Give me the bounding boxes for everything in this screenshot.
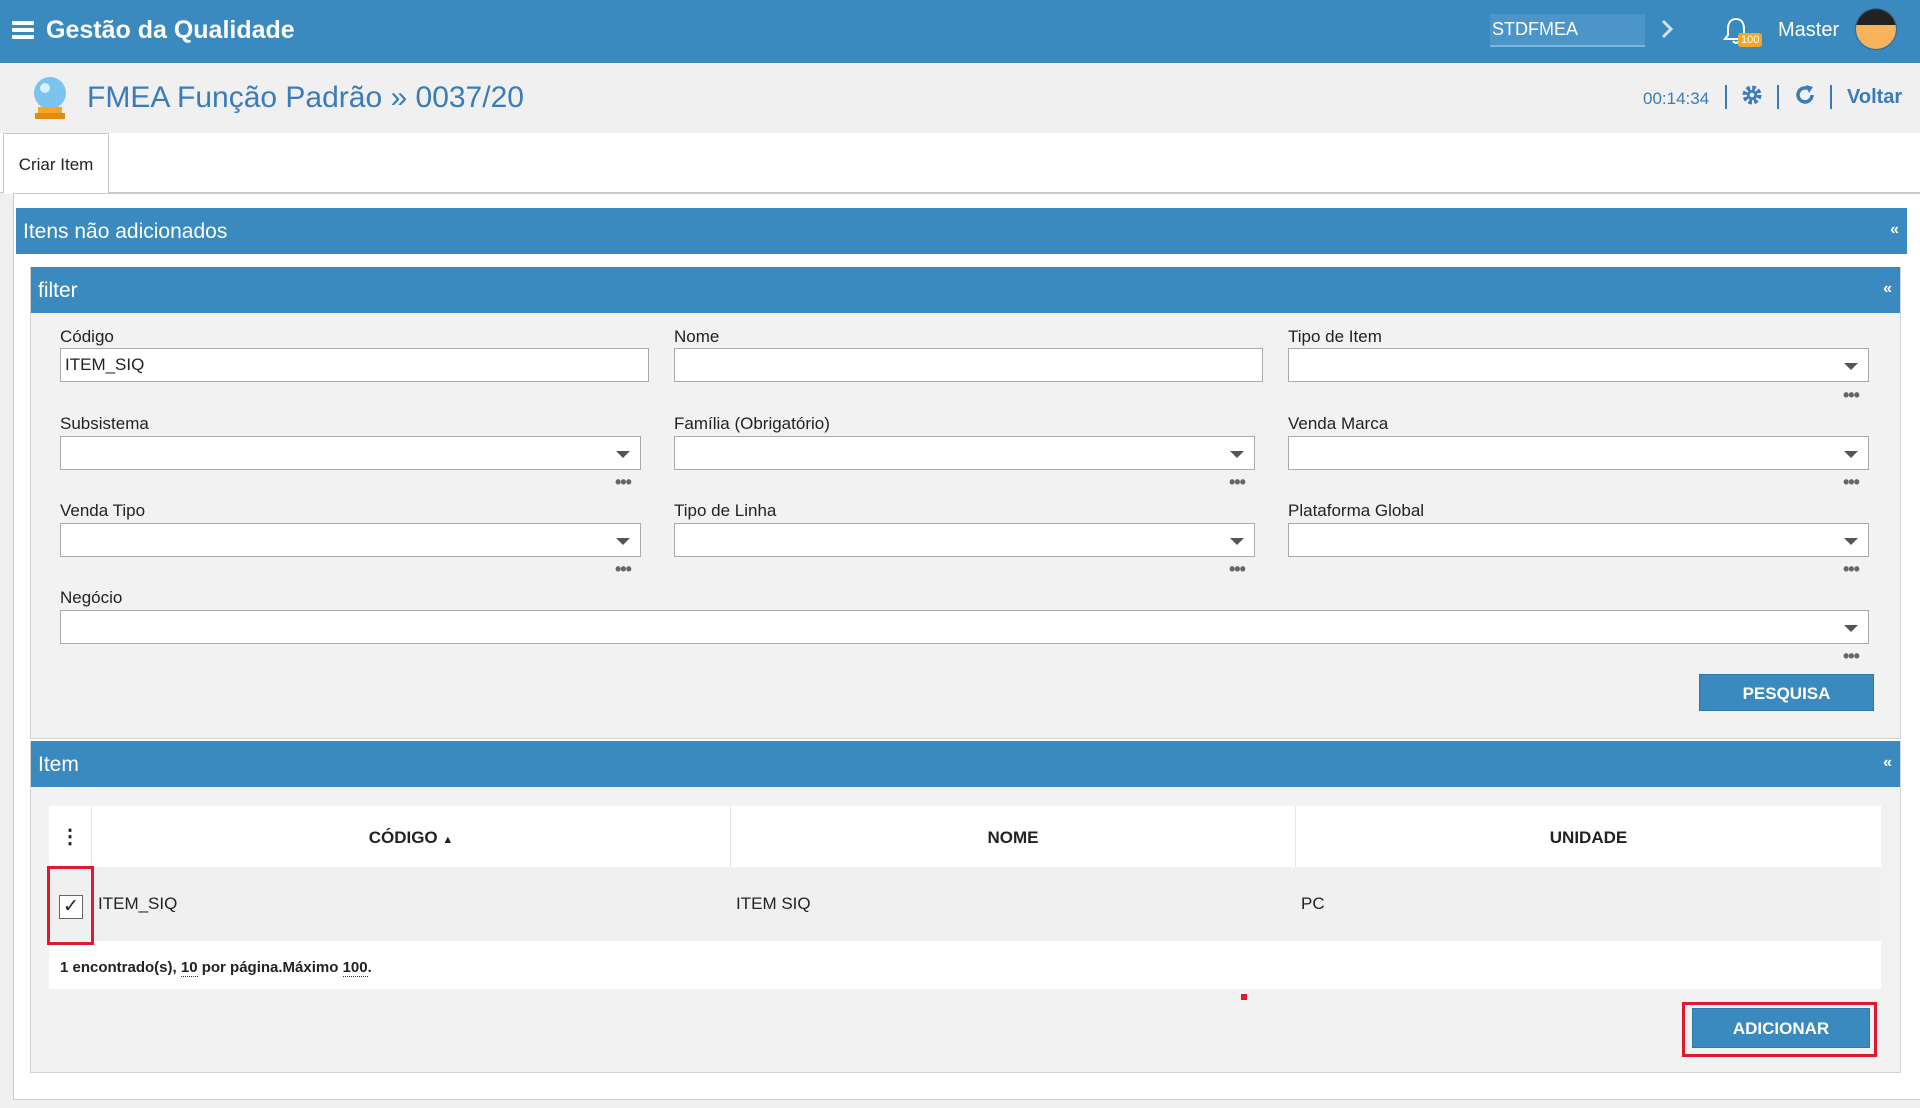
per-page-selector[interactable]: 10 [180, 959, 198, 977]
per-page-text: por página.Máximo [197, 959, 343, 976]
tipo-item-select[interactable] [1288, 348, 1869, 382]
subsistema-label: Subsistema [60, 414, 149, 433]
more-options-icon[interactable]: ••• [615, 473, 632, 491]
chevron-down-icon [1230, 538, 1244, 545]
venda-marca-label: Venda Marca [1288, 414, 1389, 433]
chevron-down-icon [1844, 538, 1858, 545]
more-options-icon[interactable]: ••• [1229, 473, 1246, 491]
negocio-label: Negócio [60, 588, 123, 607]
section-header: Itens não adicionados « [16, 208, 1907, 254]
familia-label: Família (Obrigatório) [674, 414, 830, 433]
more-options-icon[interactable]: ••• [1843, 473, 1860, 491]
chevron-down-icon [1844, 625, 1858, 632]
found-count: 1 encontrado(s), [60, 959, 181, 976]
column-header-codigo[interactable]: CÓDIGO ▲ [92, 806, 731, 867]
subsistema-select[interactable] [60, 436, 641, 470]
separator [1725, 85, 1727, 109]
more-options-icon[interactable]: ••• [615, 560, 632, 578]
collapse-icon[interactable]: « [1883, 280, 1892, 298]
venda-marca-select[interactable] [1288, 436, 1869, 470]
red-marker [1241, 994, 1247, 1000]
familia-select[interactable] [674, 436, 1255, 470]
nome-label: Nome [674, 327, 720, 346]
checkbox-highlight [47, 866, 94, 945]
nome-input[interactable] [674, 348, 1263, 382]
chevron-down-icon [616, 451, 630, 458]
more-options-icon[interactable]: ••• [1843, 386, 1860, 404]
user-name[interactable]: Master [1778, 19, 1839, 42]
plataforma-global-select[interactable] [1288, 523, 1869, 557]
filter-title: filter [38, 279, 78, 302]
tipo-item-label: Tipo de Item [1288, 327, 1382, 346]
filter-panel [30, 267, 1901, 739]
top-bar: Gestão da Qualidade STDFMEA 100 Master [0, 0, 1920, 63]
refresh-icon[interactable] [1793, 83, 1817, 107]
search-button[interactable]: PESQUISA [1699, 674, 1874, 711]
item-header: Item « [31, 741, 1900, 787]
sort-asc-icon: ▲ [442, 834, 454, 846]
column-header-unidade[interactable]: UNIDADE [1296, 806, 1881, 867]
venda-tipo-label: Venda Tipo [60, 501, 146, 520]
chevron-down-icon [1844, 363, 1858, 370]
tipo-linha-select[interactable] [674, 523, 1255, 557]
collapse-icon[interactable]: « [1890, 221, 1899, 239]
cell-unidade: PC [1301, 894, 1325, 913]
cell-nome: ITEM SIQ [736, 894, 811, 913]
app-title: Gestão da Qualidade [46, 16, 295, 44]
plataforma-global-label: Plataforma Global [1288, 501, 1425, 520]
column-header-label: CÓDIGO [368, 828, 438, 847]
max-selector[interactable]: 100 [342, 959, 368, 977]
separator [1777, 85, 1779, 109]
hamburger-menu-icon[interactable] [12, 21, 34, 40]
notification-badge: 100 [1738, 33, 1763, 47]
crystal-ball-icon [30, 75, 70, 121]
session-timer: 00:14:34 [1643, 89, 1710, 108]
chevron-right-icon[interactable] [1660, 16, 1674, 47]
table-row[interactable]: ✓ ITEM_SIQ ITEM SIQ PC [49, 867, 1881, 941]
more-options-icon[interactable]: ••• [1843, 647, 1860, 665]
chevron-down-icon [1230, 451, 1244, 458]
tab-bar: Criar Item [0, 133, 1920, 194]
back-link[interactable]: Voltar [1847, 86, 1902, 109]
cell-codigo: ITEM_SIQ [98, 894, 178, 913]
section-title: Itens não adicionados [23, 220, 228, 243]
gear-icon[interactable] [1740, 83, 1764, 107]
more-options-icon[interactable]: ••• [1229, 560, 1246, 578]
column-header-nome[interactable]: NOME [731, 806, 1296, 867]
page-title: FMEA Função Padrão » 0037/20 [87, 81, 524, 114]
module-selector[interactable]: STDFMEA [1490, 14, 1645, 47]
filter-header: filter « [31, 267, 1900, 313]
codigo-input[interactable] [60, 348, 649, 382]
negocio-select[interactable] [60, 610, 1869, 644]
chevron-down-icon [616, 538, 630, 545]
more-options-icon[interactable]: ••• [1843, 560, 1860, 578]
codigo-label: Código [60, 327, 114, 346]
avatar[interactable] [1855, 8, 1897, 50]
pagination-info: 1 encontrado(s), 10 por página.Máximo 10… [49, 941, 1881, 989]
column-menu-icon[interactable]: ⋮ [49, 806, 92, 867]
separator [1830, 85, 1832, 109]
add-button-highlight [1682, 1002, 1877, 1057]
item-title: Item [38, 753, 79, 776]
venda-tipo-select[interactable] [60, 523, 641, 557]
footer-end: . [367, 959, 372, 976]
tab-criar-item[interactable]: Criar Item [3, 133, 109, 194]
tipo-linha-label: Tipo de Linha [674, 501, 777, 520]
collapse-icon[interactable]: « [1883, 754, 1892, 772]
chevron-down-icon [1844, 451, 1858, 458]
table-header: ⋮ CÓDIGO ▲ NOME UNIDADE [49, 806, 1881, 867]
page-header: FMEA Função Padrão » 0037/20 00:14:34 Vo… [0, 63, 1920, 133]
